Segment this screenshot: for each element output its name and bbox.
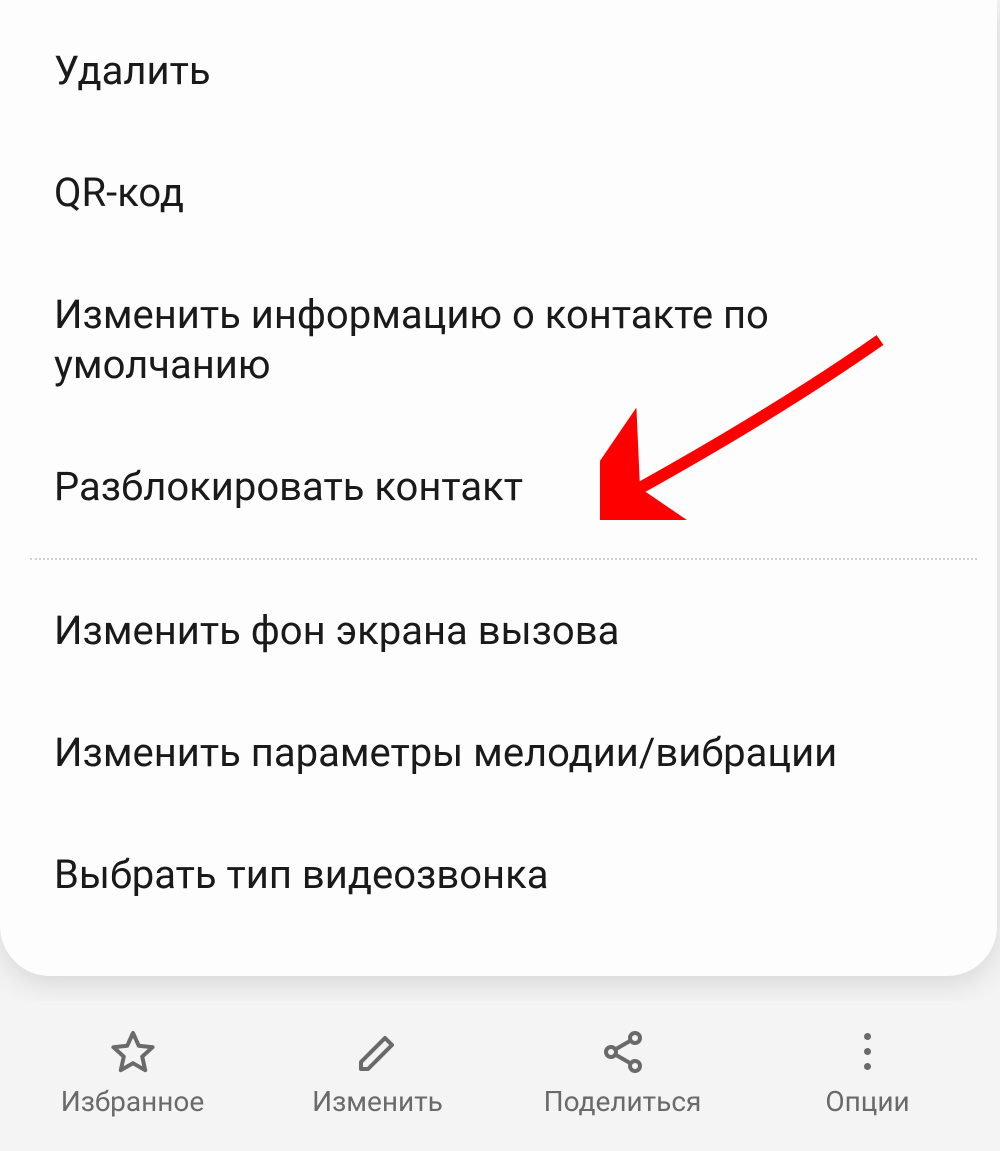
- menu-item-change-default-info[interactable]: Изменить информацию о контакте по умолча…: [0, 254, 997, 426]
- more-vertical-icon: [843, 1027, 893, 1077]
- edit-label: Изменить: [312, 1085, 443, 1118]
- pencil-icon: [353, 1027, 403, 1077]
- menu-item-choose-video-call-type[interactable]: Выбрать тип видеозвонка: [0, 814, 997, 936]
- menu-item-qr-code[interactable]: QR-код: [0, 132, 997, 254]
- options-label: Опции: [825, 1085, 909, 1118]
- favorite-button[interactable]: Избранное: [10, 1027, 255, 1118]
- menu-item-delete[interactable]: Удалить: [0, 10, 997, 132]
- bottom-action-bar: Избранное Изменить Поделиться Опции: [0, 1001, 1000, 1151]
- menu-item-change-call-background[interactable]: Изменить фон экрана вызова: [0, 570, 997, 692]
- options-menu: Удалить QR-код Изменить информацию о кон…: [0, 0, 997, 976]
- options-button[interactable]: Опции: [745, 1027, 990, 1118]
- share-button[interactable]: Поделиться: [500, 1027, 745, 1118]
- star-icon: [108, 1027, 158, 1077]
- menu-item-unblock-contact[interactable]: Разблокировать контакт: [0, 426, 997, 548]
- menu-divider: [30, 558, 977, 560]
- favorite-label: Избранное: [61, 1085, 205, 1118]
- menu-item-change-ringtone-vibration[interactable]: Изменить параметры мелодии/вибрации: [0, 692, 997, 814]
- share-icon: [598, 1027, 648, 1077]
- share-label: Поделиться: [544, 1085, 702, 1118]
- edit-button[interactable]: Изменить: [255, 1027, 500, 1118]
